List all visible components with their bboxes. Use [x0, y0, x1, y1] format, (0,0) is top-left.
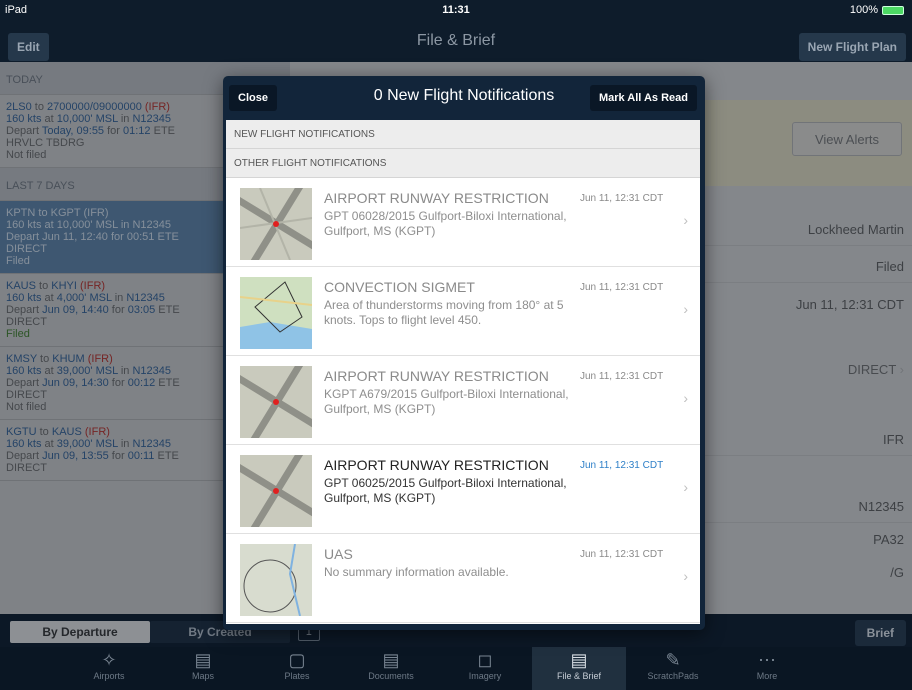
tab-imagery[interactable]: ◻ Imagery: [438, 647, 532, 690]
notification-item[interactable]: AIRPORT RUNWAY RESTRICTION KGPT A679/201…: [226, 356, 700, 445]
tab-maps[interactable]: ▤ Maps: [156, 647, 250, 690]
notifications-popover: Close 0 New Flight Notifications Mark Al…: [223, 76, 705, 630]
notification-description: No summary information available.: [324, 565, 509, 579]
more-icon: ⋯: [758, 650, 776, 670]
airport-icon: ✧: [101, 650, 117, 670]
notification-title: AIRPORT RUNWAY RESTRICTION: [324, 190, 549, 206]
popover-header: Close 0 New Flight Notifications Mark Al…: [223, 76, 705, 119]
section-new-notifications: NEW FLIGHT NOTIFICATIONS: [226, 120, 700, 149]
tab-scratchpads[interactable]: ✎ ScratchPads: [626, 647, 720, 690]
file-brief-icon: ▤: [570, 650, 588, 670]
tab-airports[interactable]: ✧ Airports: [62, 647, 156, 690]
tab-more[interactable]: ⋯ More: [720, 647, 814, 690]
section-other-notifications: OTHER FLIGHT NOTIFICATIONS: [226, 149, 700, 178]
notification-date: Jun 11, 12:31 CDT: [580, 460, 664, 471]
imagery-icon: ◻: [477, 650, 493, 670]
chevron-right-icon: ›: [683, 390, 688, 406]
status-bar: iPad 11:31 100%: [0, 0, 912, 20]
mark-all-read-button[interactable]: Mark All As Read: [589, 85, 697, 111]
new-flight-plan-button[interactable]: New Flight Plan: [798, 33, 906, 61]
uas-map-thumbnail: [240, 544, 312, 616]
notification-description: KGPT A679/2015 Gulfport-Biloxi Internati…: [324, 387, 569, 416]
tab-file-brief[interactable]: ▤ File & Brief: [532, 647, 626, 690]
notification-description: GPT 06025/2015 Gulfport-Biloxi Internati…: [324, 476, 567, 505]
tab-documents[interactable]: ▤ Documents: [344, 647, 438, 690]
chevron-right-icon: ›: [683, 568, 688, 584]
nav-bar: Edit File & Brief New Flight Plan: [0, 20, 912, 62]
page-title: File & Brief: [416, 32, 496, 49]
documents-icon: ▤: [382, 650, 400, 670]
notifications-list: NEW FLIGHT NOTIFICATIONS OTHER FLIGHT NO…: [226, 120, 700, 624]
chevron-right-icon: ›: [683, 479, 688, 495]
notification-item[interactable]: CONVECTION SIGMET Area of thunderstorms …: [226, 267, 700, 356]
notification-date: Jun 11, 12:31 CDT: [580, 549, 664, 560]
notification-title: AIRPORT RUNWAY RESTRICTION: [324, 457, 549, 473]
notification-item[interactable]: AIRPORT RUNWAY RESTRICTION GPT 06028/201…: [226, 178, 700, 267]
runway-thumbnail: [240, 188, 312, 260]
notification-description: Area of thunderstorms moving from 180° a…: [324, 298, 564, 327]
plates-icon: ▢: [288, 650, 306, 670]
clock: 11:31: [442, 4, 470, 16]
runway-thumbnail: [240, 455, 312, 527]
tab-bar: ✧ Airports ▤ Maps ▢ Plates ▤ Documents ◻ Imag…: [0, 647, 912, 690]
notification-date: Jun 11, 12:31 CDT: [580, 371, 664, 382]
notification-date: Jun 11, 12:31 CDT: [580, 193, 664, 204]
battery-indicator: 100%: [850, 4, 904, 16]
sigmet-map-thumbnail: [240, 277, 312, 349]
notification-item-unread[interactable]: AIRPORT RUNWAY RESTRICTION GPT 06025/201…: [226, 445, 700, 534]
notification-item[interactable]: UAS No summary information available. Ju…: [226, 534, 700, 623]
notification-date: Jun 11, 12:31 CDT: [580, 282, 664, 293]
chevron-right-icon: ›: [683, 301, 688, 317]
notification-title: AIRPORT RUNWAY RESTRICTION: [324, 368, 549, 384]
notification-title: UAS: [324, 546, 353, 562]
chevron-right-icon: ›: [683, 212, 688, 228]
map-icon: ▤: [194, 650, 212, 670]
tab-plates[interactable]: ▢ Plates: [250, 647, 344, 690]
notification-title: CONVECTION SIGMET: [324, 279, 475, 295]
notification-description: GPT 06028/2015 Gulfport-Biloxi Internati…: [324, 209, 567, 238]
battery-percent: 100%: [849, 4, 878, 16]
scratchpad-icon: ✎: [665, 650, 681, 670]
battery-icon: [882, 5, 904, 15]
runway-thumbnail: [240, 366, 312, 438]
